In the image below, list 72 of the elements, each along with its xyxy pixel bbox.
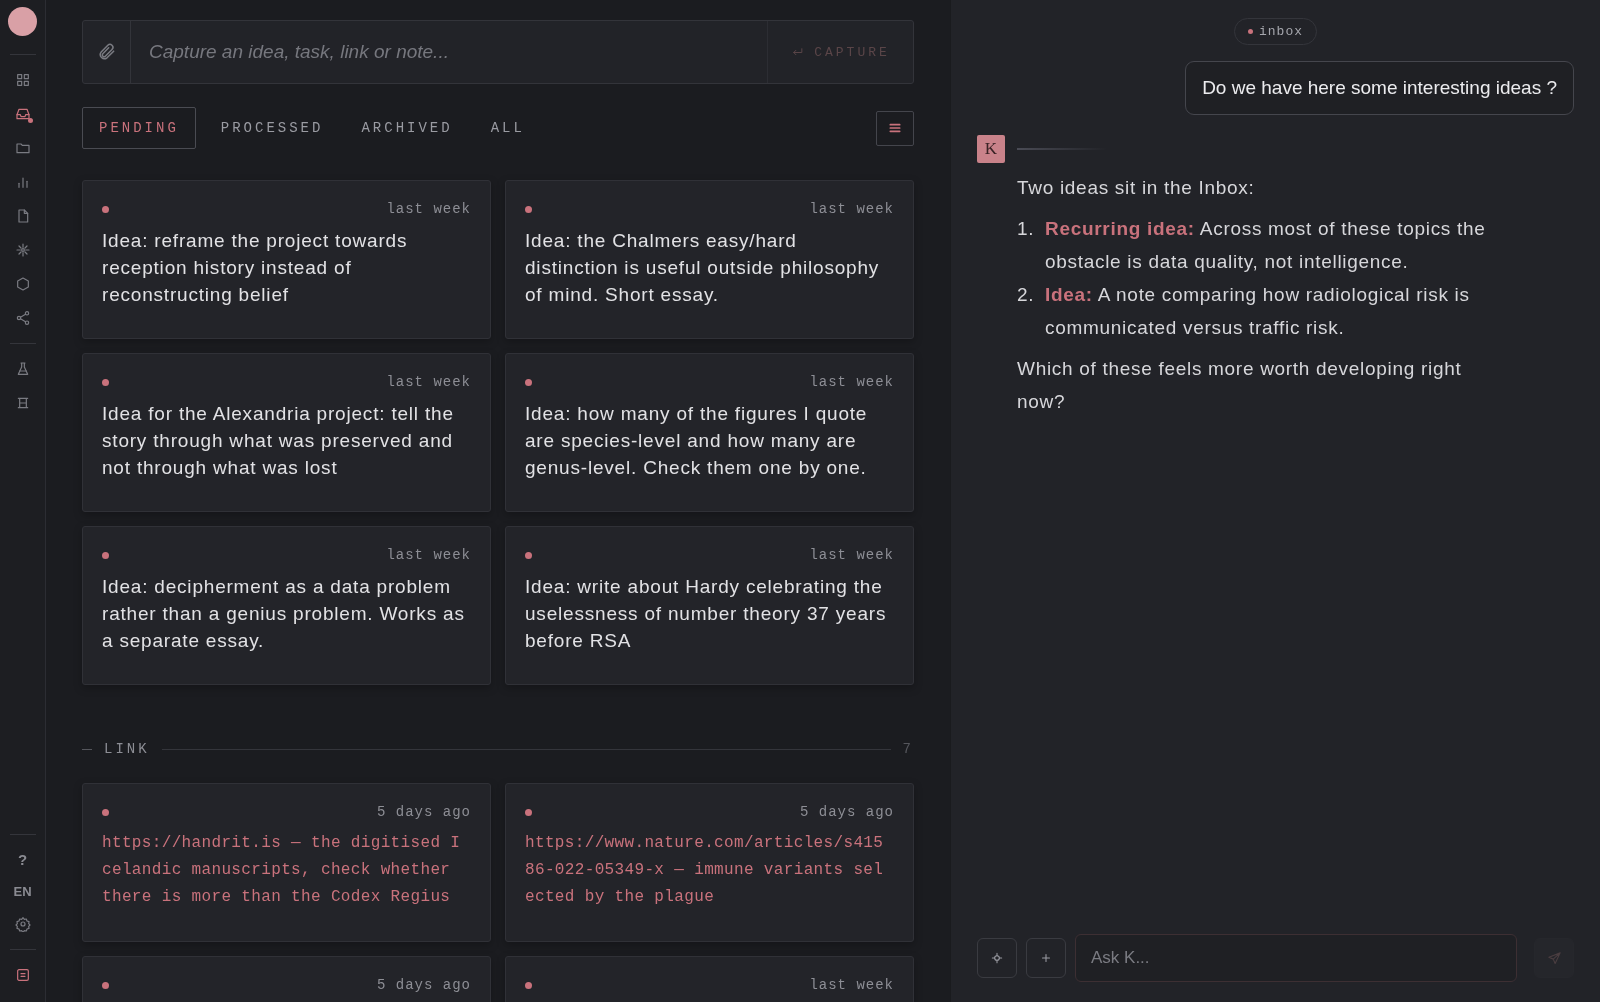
folder-icon — [14, 140, 31, 156]
list-number: 1. — [1017, 217, 1036, 241]
timestamp: last week — [809, 374, 894, 390]
timestamp: last week — [386, 201, 471, 217]
hexagon-icon — [14, 276, 31, 292]
timestamp: 5 days ago — [377, 977, 471, 993]
status-dot — [525, 205, 532, 213]
list-item-text: Recurring idea: Across most of these topics the obstacle is data quality, not intelligence. — [1045, 217, 1487, 274]
reply-paragraph: Which of these feels more worth developing right now? — [1017, 357, 1463, 414]
timestamp: last week — [386, 547, 471, 563]
list-item-text: Idea: A note comparing how radiological risk is communicated versus traffic risk. — [1045, 283, 1471, 340]
share-icon — [14, 310, 31, 326]
send-icon — [1546, 950, 1562, 966]
note-card[interactable]: last week Idea: reframe the project towards reception history instead of reconstructing belief — [82, 180, 491, 339]
grid-icon — [14, 72, 31, 88]
timestamp: last week — [809, 977, 894, 993]
list-number: 2. — [1017, 283, 1036, 307]
filter-tab[interactable]: PENDING — [82, 107, 196, 149]
note-card[interactable]: last week Idea: how many of the figures I quote are species-level and how many are genus-level. Check them one by one. — [505, 353, 914, 512]
focus-button[interactable] — [977, 938, 1017, 978]
note-text: Idea: how many of the figures I quote are species-level and how many are genus-level. Check them one by one. — [525, 402, 869, 480]
status-dot — [102, 205, 109, 213]
user-message: Do we have here some interesting ideas ? — [1185, 61, 1574, 115]
settings-icon — [14, 916, 31, 932]
plus-icon — [1039, 951, 1053, 965]
note-text: Idea: the Chalmers easy/hard distinction is useful outside philosophy of mind. Short essay. — [525, 229, 881, 307]
user-avatar[interactable] — [8, 7, 37, 36]
link-text: https://handrit.is — the digitised Icelandic manuscripts, check whether there is more than the Codex Regius — [102, 833, 462, 908]
timestamp: 5 days ago — [800, 804, 894, 820]
link-card[interactable]: 5 days ago https://handrit.is — the digitised Icelandic manuscripts, check whether there is more than the Codex Regius — [82, 783, 491, 942]
status-dot — [525, 378, 532, 386]
reply-paragraph: Two ideas sit in the Inbox: — [1017, 176, 1256, 200]
note-text: Idea: write about Hardy celebrating the uselessness of number theory 37 years before RSA — [525, 575, 888, 653]
link-card[interactable]: 5 days ago — [82, 956, 491, 1002]
filter-tab[interactable]: ARCHIVED — [344, 107, 470, 149]
link-text: https://www.nature.com/articles/s41586-022-05349-x — immune variants selected by the plague — [525, 833, 885, 908]
note-card[interactable]: last week Idea: the Chalmers easy/hard distinction is useful outside philosophy of mind. Short essay. — [505, 180, 914, 339]
section-title: LINK — [104, 741, 150, 757]
link-card[interactable]: 5 days ago https://www.nature.com/articles/s41586-022-05349-x — immune variants selected by the plague — [505, 783, 914, 942]
menu-button[interactable] — [876, 110, 914, 146]
link-card[interactable]: last week — [505, 956, 914, 1002]
timestamp: last week — [809, 547, 894, 563]
ask-input[interactable]: Ask K... — [1075, 934, 1517, 982]
timestamp: last week — [386, 374, 471, 390]
status-dot — [525, 808, 532, 816]
note-card[interactable]: last week Idea: write about Hardy celebrating the uselessness of number theory 37 years before RSA — [505, 526, 914, 685]
note-card[interactable]: last week Idea: decipherment as a data problem rather than a genius problem. Works as a separate essay. — [82, 526, 491, 685]
filter-tab[interactable]: ALL — [473, 107, 542, 149]
inbox-icon — [14, 106, 31, 122]
status-dot — [102, 378, 109, 386]
status-dot — [525, 981, 532, 989]
assistant-avatar: K — [977, 135, 1005, 163]
paperclip-icon — [96, 42, 117, 62]
timestamp: 5 days ago — [377, 804, 471, 820]
tag-label: inbox — [1259, 24, 1303, 39]
help-button[interactable]: ? — [17, 851, 28, 868]
status-dot — [102, 981, 109, 989]
language-button[interactable]: EN — [13, 884, 32, 899]
panel-icon — [14, 967, 31, 983]
status-dot — [102, 551, 109, 559]
note-text: Idea: decipherment as a data problem rather than a genius problem. Works as a separate essay. — [102, 575, 466, 653]
section-count: 7 — [902, 741, 914, 757]
status-dot — [102, 808, 109, 816]
note-card[interactable]: last week Idea for the Alexandria project: tell the story through what was preserved and not through what was lost — [82, 353, 491, 512]
timestamp: last week — [809, 201, 894, 217]
filter-tab[interactable]: PROCESSED — [203, 107, 341, 149]
status-dot — [525, 551, 532, 559]
note-text: Idea: reframe the project towards reception history instead of reconstructing belief — [102, 229, 409, 307]
tag-dot — [1248, 29, 1253, 34]
sparkle-icon — [14, 242, 31, 258]
crosshair-icon — [990, 951, 1004, 965]
note-text: Idea for the Alexandria project: tell the story through what was preserved and not through what was lost — [102, 402, 455, 480]
